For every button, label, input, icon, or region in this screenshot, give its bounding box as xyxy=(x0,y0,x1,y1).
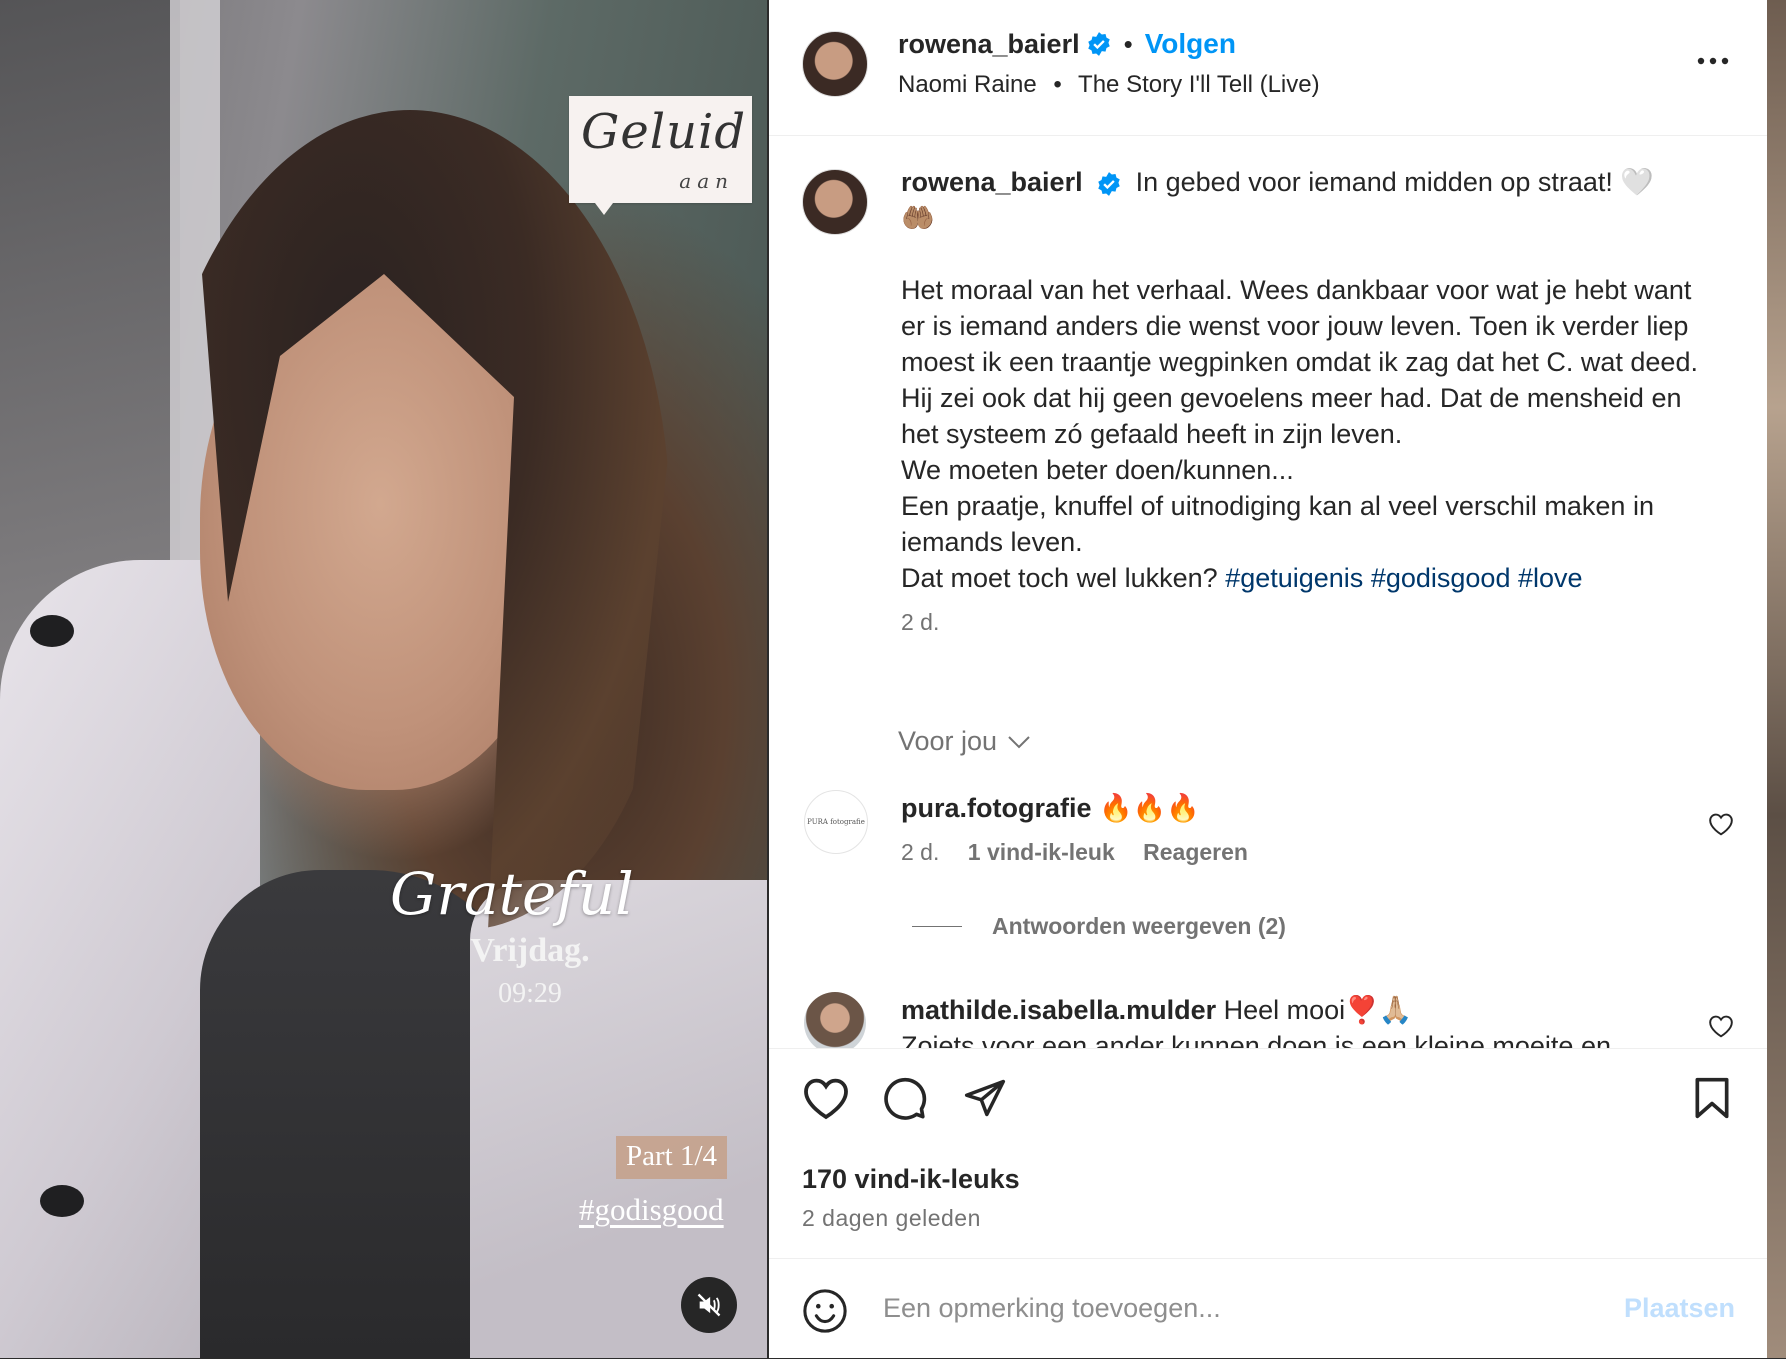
muted-speaker-icon xyxy=(697,1293,721,1317)
post-comment-button[interactable]: Plaatsen xyxy=(1624,1293,1735,1324)
add-comment-bar: Een opmerking toevoegen... Plaatsen xyxy=(769,1258,1767,1359)
separator-dot: • xyxy=(1053,71,1062,98)
comment-time[interactable]: 2 d. xyxy=(901,839,939,865)
music-info[interactable]: Naomi Raine • The Story I'll Tell (Live) xyxy=(898,71,1320,99)
share-icon[interactable] xyxy=(962,1076,1008,1120)
emoji-icon[interactable] xyxy=(802,1288,848,1334)
caption-paragraph: Een praatje, knuffel of uitnodiging kan … xyxy=(901,491,1654,557)
comment-text: 🔥🔥🔥 xyxy=(1099,793,1200,823)
divider-line xyxy=(912,926,962,927)
comment-item: mathilde.isabella.mulder Heel mooi❣️🙏🏼 Z… xyxy=(804,992,1734,1048)
caption-paragraph: Het moraal van het verhaal. Wees dankbaa… xyxy=(901,275,1698,449)
bookmark-icon[interactable] xyxy=(1693,1076,1731,1120)
commenter-avatar[interactable]: PURA fotografie xyxy=(804,790,868,854)
view-replies-button[interactable]: Antwoorden weergeven (2) xyxy=(912,913,1286,940)
comment-meta: 2 d. 1 vind-ik-leuk Reageren xyxy=(901,834,1661,870)
commenter-avatar[interactable] xyxy=(804,992,866,1048)
post-date[interactable]: 2 dagen geleden xyxy=(802,1205,981,1232)
post-media[interactable]: Geluid aan Grateful Vrijdag. 09:29 Part … xyxy=(0,0,767,1358)
comment-item: PURA fotografie pura.fotografie 🔥🔥🔥 2 d.… xyxy=(804,790,1734,890)
music-song: The Story I'll Tell (Live) xyxy=(1078,71,1320,98)
hashtag-link[interactable]: #love xyxy=(1518,563,1583,593)
caption-paragraph: We moeten beter doen/kunnen... xyxy=(901,455,1294,485)
comment-body: pura.fotografie 🔥🔥🔥 2 d. 1 vind-ik-leuk … xyxy=(901,790,1661,870)
caption-timestamp[interactable]: 2 d. xyxy=(901,604,1701,640)
heart-icon[interactable] xyxy=(802,1076,850,1120)
avatar-logo-text: PURA fotografie xyxy=(807,818,865,826)
caption: rowena_baierl In gebed voor iemand midde… xyxy=(901,164,1701,640)
caption-first-line: In gebed voor iemand midden op straat! 🤍 xyxy=(1135,167,1655,197)
overlay-hashtag: #godisgood xyxy=(579,1192,724,1227)
sound-on-sticker: Geluid aan xyxy=(569,96,752,215)
overlay-day-text: Vrijdag. xyxy=(470,932,590,969)
like-comment-icon[interactable] xyxy=(1708,812,1734,836)
post-actions: 170 vind-ik-leuks 2 dagen geleden xyxy=(769,1048,1767,1259)
like-comment-icon[interactable] xyxy=(1708,1014,1734,1038)
comment-text: Heel mooi❣️🙏🏼 xyxy=(1223,995,1413,1025)
sort-label: Voor jou xyxy=(898,726,998,756)
caption-username[interactable]: rowena_baierl xyxy=(901,167,1083,197)
sticker-title: Geluid xyxy=(581,104,747,160)
likes-count[interactable]: 170 vind-ik-leuks xyxy=(802,1164,1020,1195)
post-details-pane: rowena_baierl • Volgen Naomi Raine • The… xyxy=(769,0,1767,1358)
overlay-grateful-text: Grateful xyxy=(390,860,634,928)
verified-badge-icon xyxy=(1098,171,1120,196)
comment-text-continued: Zoiets voor een ander kunnen doen is een… xyxy=(901,1031,1611,1048)
media-jacket-button xyxy=(30,615,74,647)
hashtag-link[interactable]: #godisgood xyxy=(1371,563,1511,593)
comment-body: mathilde.isabella.mulder Heel mooi❣️🙏🏼 Z… xyxy=(901,992,1661,1048)
comment-input[interactable]: Een opmerking toevoegen... xyxy=(883,1293,1221,1324)
author-line: rowena_baierl • Volgen xyxy=(898,28,1236,60)
media-jacket-button xyxy=(40,1185,84,1217)
overlay-time-text: 09:29 xyxy=(498,978,562,1009)
chevron-down-icon xyxy=(1008,735,1030,748)
comments-scroll-area[interactable]: rowena_baierl In gebed voor iemand midde… xyxy=(769,136,1767,1048)
verified-badge-icon xyxy=(1087,32,1110,56)
author-avatar[interactable] xyxy=(802,31,868,97)
caption-emoji-line: 🤲🏽 xyxy=(901,203,935,233)
comment-icon[interactable] xyxy=(882,1076,928,1122)
music-artist: Naomi Raine xyxy=(898,71,1037,98)
mute-toggle-button[interactable] xyxy=(681,1277,737,1333)
caption-author-avatar[interactable] xyxy=(802,169,868,235)
author-username[interactable]: rowena_baierl xyxy=(898,29,1080,60)
post-header: rowena_baierl • Volgen Naomi Raine • The… xyxy=(769,0,1767,136)
reply-button[interactable]: Reageren xyxy=(1143,839,1248,865)
comment-sort-dropdown[interactable]: Voor jou xyxy=(898,726,1031,757)
sticker-subtitle: aan xyxy=(679,169,734,193)
more-options-icon[interactable] xyxy=(1696,56,1730,66)
commenter-username[interactable]: mathilde.isabella.mulder xyxy=(901,995,1216,1025)
view-replies-label: Antwoorden weergeven (2) xyxy=(992,913,1286,939)
background-photo-strip xyxy=(1767,0,1786,1358)
comment-likes[interactable]: 1 vind-ik-leuk xyxy=(968,839,1115,865)
caption-last-line: Dat moet toch wel lukken? xyxy=(901,563,1218,593)
overlay-part-tag: Part 1/4 xyxy=(616,1136,728,1179)
separator-dot: • xyxy=(1123,28,1133,59)
follow-button[interactable]: Volgen xyxy=(1145,28,1236,60)
hashtag-link[interactable]: #getuigenis xyxy=(1225,563,1363,593)
commenter-username[interactable]: pura.fotografie xyxy=(901,793,1092,823)
